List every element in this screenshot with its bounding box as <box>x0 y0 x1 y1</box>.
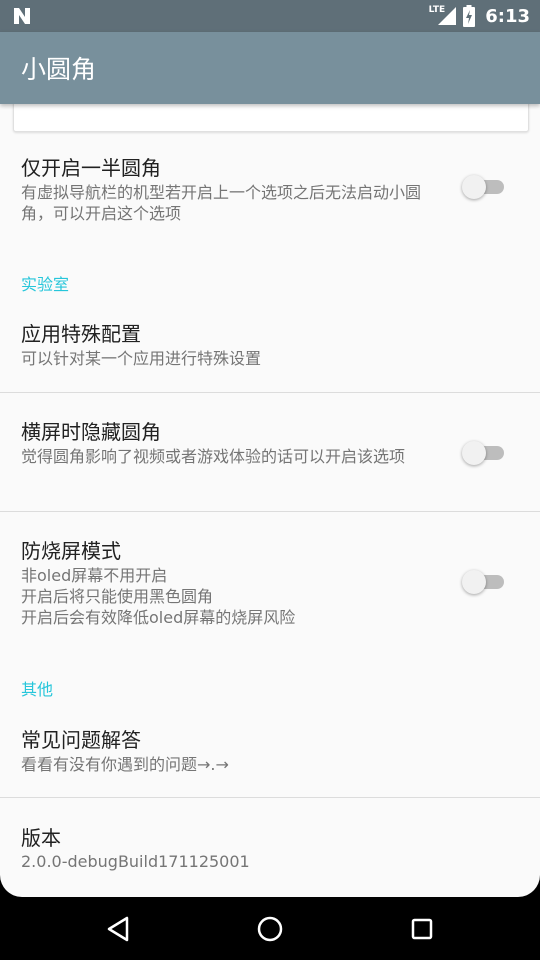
setting-subtitle-line2: 开启后将只能使用黑色圆角 <box>21 587 214 606</box>
status-icons: LTE 6:13 <box>429 0 530 32</box>
recents-icon <box>411 918 433 940</box>
back-icon <box>107 916 129 942</box>
page-title: 小圆角 <box>21 55 97 84</box>
home-button[interactable] <box>252 911 288 947</box>
setting-faq[interactable]: 常见问题解答 看看有没有你遇到的问题→.→ <box>0 716 540 797</box>
divider <box>0 797 540 798</box>
switch-thumb <box>462 441 486 465</box>
half-corner-switch[interactable] <box>462 173 508 201</box>
setting-title: 横屏时隐藏圆角 <box>21 420 161 444</box>
setting-subtitle: 看看有没有你遇到的问题→.→ <box>21 755 229 774</box>
switch-thumb <box>462 175 486 199</box>
n-logo-icon <box>14 8 30 24</box>
settings-list[interactable]: 仅开启一半圆角 有虚拟导航栏的机型若开启上一个选项之后无法启动小圆角，可以开启这… <box>0 104 540 897</box>
divider <box>0 392 540 393</box>
home-icon <box>257 916 283 942</box>
setting-app-config[interactable]: 应用特殊配置 可以针对某一个应用进行特殊设置 <box>0 310 540 392</box>
network-type-label: LTE <box>428 5 446 15</box>
burn-in-switch[interactable] <box>462 568 508 596</box>
setting-subtitle: 有虚拟导航栏的机型若开启上一个选项之后无法启动小圆角，可以开启这个选项 <box>21 183 422 223</box>
setting-subtitle: 可以针对某一个应用进行特殊设置 <box>21 349 262 368</box>
version-value: 2.0.0-debugBuild171125001 <box>21 852 250 871</box>
setting-subtitle-line3: 开启后会有效降低oled屏幕的烧屏风险 <box>21 608 296 627</box>
setting-title: 常见问题解答 <box>21 728 141 752</box>
setting-title: 应用特殊配置 <box>21 322 141 346</box>
divider <box>0 511 540 512</box>
recents-button[interactable] <box>404 911 440 947</box>
setting-title: 仅开启一半圆角 <box>21 156 161 180</box>
status-bar: LTE 6:13 <box>0 0 540 32</box>
setting-title: 防烧屏模式 <box>21 539 121 563</box>
section-header-lab: 实验室 <box>21 275 70 294</box>
switch-thumb <box>462 570 486 594</box>
setting-subtitle: 觉得圆角影响了视频或者游戏体验的话可以开启该选项 <box>21 447 406 466</box>
setting-subtitle-line1: 非oled屏幕不用开启 <box>21 566 168 585</box>
status-time: 6:13 <box>485 5 530 27</box>
setting-title: 版本 <box>21 826 61 850</box>
battery-icon <box>463 5 476 27</box>
setting-half-corner[interactable]: 仅开启一半圆角 有虚拟导航栏的机型若开启上一个选项之后无法启动小圆角，可以开启这… <box>0 144 540 242</box>
setting-version[interactable]: 版本 2.0.0-debugBuild171125001 <box>0 814 540 890</box>
landscape-hide-switch[interactable] <box>462 439 508 467</box>
back-button[interactable] <box>100 911 136 947</box>
navigation-bar <box>0 897 540 960</box>
preview-card <box>13 104 529 132</box>
setting-burn-in[interactable]: 防烧屏模式 非oled屏幕不用开启 开启后将只能使用黑色圆角 开启后会有效降低o… <box>0 527 540 637</box>
setting-landscape-hide[interactable]: 横屏时隐藏圆角 觉得圆角影响了视频或者游戏体验的话可以开启该选项 <box>0 408 540 512</box>
screen: LTE 6:13 小圆角 仅开启一半圆角 有虚拟导航栏的机型若开启上一个选项之后… <box>0 0 540 960</box>
section-header-other: 其他 <box>21 680 54 699</box>
app-bar: 小圆角 <box>0 32 540 104</box>
